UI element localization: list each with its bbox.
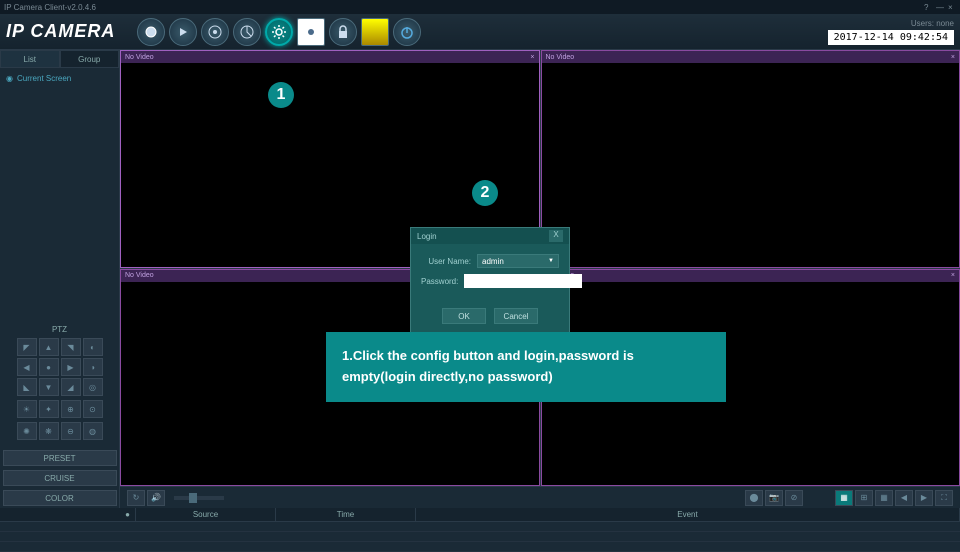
ptz-fn1[interactable]: ☀ (17, 400, 37, 418)
slider-thumb[interactable] (189, 493, 197, 503)
log-row (0, 532, 960, 542)
ptz-down[interactable]: ▼ (39, 378, 59, 396)
stop-icon[interactable]: ⊘ (785, 490, 803, 506)
help-button[interactable]: ? (924, 3, 932, 11)
ptz-center[interactable]: ● (39, 358, 59, 376)
lock-icon[interactable] (329, 18, 357, 46)
disc-icon[interactable] (201, 18, 229, 46)
ptz-extra3[interactable]: ◎ (83, 378, 103, 396)
sidebar: List Group ◉ Current Screen PTZ ◤ ▲ ◥ ◐ … (0, 50, 120, 508)
ptz-fn3[interactable]: ⊕ (61, 400, 81, 418)
ptz-downright[interactable]: ◢ (61, 378, 81, 396)
ptz-fn7[interactable]: ⊖ (61, 422, 81, 440)
video-cell-2[interactable]: No Video × (541, 50, 960, 268)
ptz-extra2[interactable]: ◑ (83, 358, 103, 376)
log-row (0, 522, 960, 532)
snapshot-icon[interactable]: 📷 (765, 490, 783, 506)
cell-status: No Video (546, 54, 575, 61)
layout-1-icon[interactable]: ▦ (835, 490, 853, 506)
minimize-button[interactable]: — (936, 3, 944, 11)
logo: IP CAMERA (6, 21, 115, 42)
refresh-icon[interactable]: ↻ (127, 490, 145, 506)
login-dialog: Login X User Name: admin Password: OK Ca… (410, 227, 570, 333)
titlebar: IP Camera Client-v2.0.4.6 ? — × (0, 0, 960, 14)
cell-status: No Video (125, 272, 154, 279)
tab-group[interactable]: Group (60, 50, 120, 68)
log-col-time: Time (276, 508, 416, 521)
preset-button[interactable]: PRESET (3, 450, 117, 466)
marker-1: 1 (268, 82, 294, 108)
log-col-source: Source (136, 508, 276, 521)
cell-status: No Video (125, 54, 154, 61)
screen-icon: ◉ (6, 74, 13, 83)
cell-close-icon[interactable]: × (951, 54, 955, 61)
username-label: User Name: (421, 257, 477, 266)
dialog-close-icon[interactable]: X (549, 230, 563, 242)
ptz-up[interactable]: ▲ (39, 338, 59, 356)
bottom-toolbar: ↻ 🔊 ⬤ 📷 ⊘ ▦ ⊞ ▦ ◀ ▶ ⛶ (120, 486, 960, 508)
cruise-button[interactable]: CRUISE (3, 470, 117, 486)
ptz-left[interactable]: ◀ (17, 358, 37, 376)
ptz-fn5[interactable]: ✺ (17, 422, 37, 440)
sound-icon[interactable]: 🔊 (147, 490, 165, 506)
dialog-title: Login (417, 232, 437, 241)
tree-current-screen[interactable]: ◉ Current Screen (4, 72, 115, 85)
password-input[interactable] (464, 274, 582, 288)
layout-prev-icon[interactable]: ◀ (895, 490, 913, 506)
username-select[interactable]: admin (477, 254, 559, 268)
layout-next-icon[interactable]: ▶ (915, 490, 933, 506)
cancel-button[interactable]: Cancel (494, 308, 538, 324)
ptz-fn8[interactable]: ◍ (83, 422, 103, 440)
config-icon[interactable] (265, 18, 293, 46)
marker-2: 2 (472, 180, 498, 206)
instruction-box: 1.Click the config button and login,pass… (326, 332, 726, 402)
camera-icon[interactable] (137, 18, 165, 46)
cell-close-icon[interactable]: × (530, 54, 534, 61)
ptz-fn4[interactable]: ⊙ (83, 400, 103, 418)
play-icon[interactable] (169, 18, 197, 46)
users-label: Users: none (911, 19, 954, 28)
ptz-label: PTZ (4, 325, 115, 334)
ok-button[interactable]: OK (442, 308, 486, 324)
log-indicator: ● (120, 508, 136, 521)
tree-item-label: Current Screen (17, 74, 71, 83)
ptz-downleft[interactable]: ◣ (17, 378, 37, 396)
device-tree: ◉ Current Screen (0, 68, 119, 321)
ptz-upright[interactable]: ◥ (61, 338, 81, 356)
ptz-fn2[interactable]: ✦ (39, 400, 59, 418)
cell-close-icon[interactable]: × (951, 272, 955, 279)
log-panel: ● Source Time Event (0, 508, 960, 552)
fullscreen-icon[interactable]: ⛶ (935, 490, 953, 506)
password-label: Password: (421, 277, 464, 286)
tab-list[interactable]: List (0, 50, 60, 68)
ptz-fn6[interactable]: ❋ (39, 422, 59, 440)
ptz-right[interactable]: ▶ (61, 358, 81, 376)
page-icon[interactable] (297, 18, 325, 46)
ptz-upleft[interactable]: ◤ (17, 338, 37, 356)
layout-4-icon[interactable]: ⊞ (855, 490, 873, 506)
warning-icon[interactable] (361, 18, 389, 46)
ptz-panel: PTZ ◤ ▲ ◥ ◐ ◀ ● ▶ ◑ ◣ ▼ ◢ ◎ ☀ ✦ ⊕ ⊙ (0, 321, 119, 448)
log-row (0, 542, 960, 552)
color-button[interactable]: COLOR (3, 490, 117, 506)
log-col-event: Event (416, 508, 960, 521)
record-icon[interactable] (233, 18, 261, 46)
layout-9-icon[interactable]: ▦ (875, 490, 893, 506)
app-title: IP Camera Client-v2.0.4.6 (4, 3, 96, 12)
header: IP CAMERA Users: none 2017-12-14 09:42:5… (0, 14, 960, 50)
volume-slider[interactable] (174, 496, 224, 500)
ptz-extra1[interactable]: ◐ (83, 338, 103, 356)
power-icon[interactable] (393, 18, 421, 46)
close-button[interactable]: × (948, 3, 956, 11)
datetime: 2017-12-14 09:42:54 (828, 30, 954, 45)
record-btn[interactable]: ⬤ (745, 490, 763, 506)
